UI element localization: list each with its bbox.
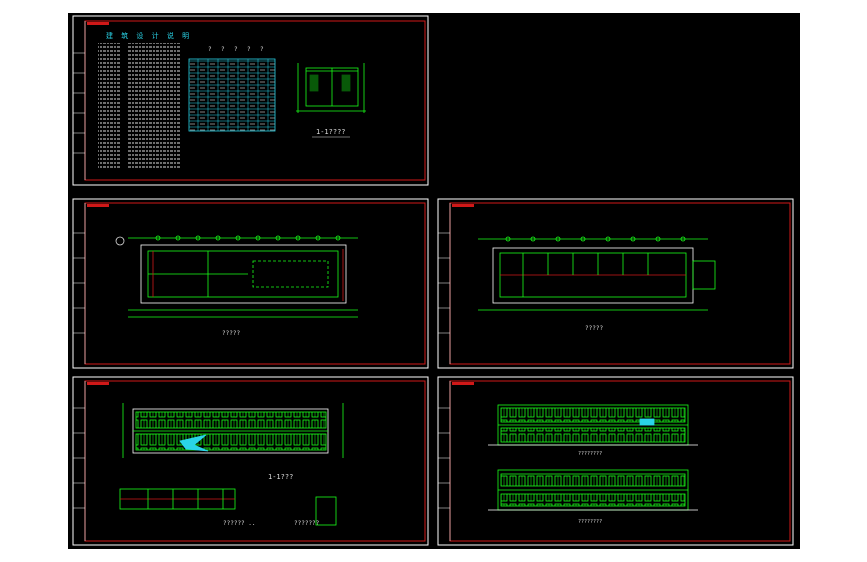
table-headers: ? ? ? ? ? <box>208 46 264 53</box>
section-caption: 1-1??? <box>268 473 293 481</box>
roof-caption-left: ?????? .. <box>223 520 256 527</box>
sheet-border <box>84 380 426 542</box>
svg-text:?: ? <box>208 46 212 53</box>
elevation-caption-top: ???????? <box>578 451 602 457</box>
svg-text:?: ? <box>221 46 225 53</box>
section-drawing <box>122 403 344 458</box>
cad-drawing: 建 筑 设 计 说 明 ? ? ? ? ? 1-1???? ????? ????… <box>72 15 794 546</box>
grid-bubbles <box>115 235 341 246</box>
ground-plan-outline <box>128 237 358 318</box>
sheet-border <box>84 202 426 365</box>
upper-plan-outline <box>478 238 716 311</box>
sheet-frame <box>437 198 794 369</box>
sheet-elevations[interactable]: ???????? ???????? <box>437 376 794 546</box>
notes-text-block <box>98 43 188 168</box>
section-label: 1-1???? <box>316 128 346 136</box>
sheet-design-notes[interactable]: 建 筑 设 计 说 明 ? ? ? ? ? 1-1???? <box>72 15 429 186</box>
svg-text:?: ? <box>247 46 251 53</box>
rear-elevation <box>488 469 698 511</box>
roof-caption-right: ??????? <box>294 520 320 527</box>
section-detail <box>296 63 366 113</box>
roof-strip <box>119 488 236 510</box>
svg-text:?: ? <box>260 46 264 53</box>
cad-viewport[interactable]: 建 筑 设 计 说 明 ? ? ? ? ? 1-1???? ????? ????… <box>68 13 800 549</box>
sheet-border <box>449 202 791 365</box>
sheet-upper-floor-plan[interactable]: ????? <box>437 198 794 369</box>
title-strip <box>73 52 85 154</box>
ground-plan-caption: ????? <box>222 330 240 337</box>
elevation-caption-bottom: ???????? <box>578 519 602 525</box>
upper-plan-caption: ????? <box>585 325 603 332</box>
sheet-ground-floor-plan[interactable]: ????? <box>72 198 429 369</box>
front-elevation <box>488 404 698 446</box>
notes-title: 建 筑 设 计 说 明 <box>106 31 191 40</box>
sheet-frame <box>437 376 794 546</box>
door-window-table <box>188 58 276 132</box>
sheet-frame <box>72 198 429 369</box>
sheet-roof-plan[interactable]: 1-1??? ?????? .. ??????? <box>72 376 429 546</box>
svg-text:?: ? <box>234 46 238 53</box>
